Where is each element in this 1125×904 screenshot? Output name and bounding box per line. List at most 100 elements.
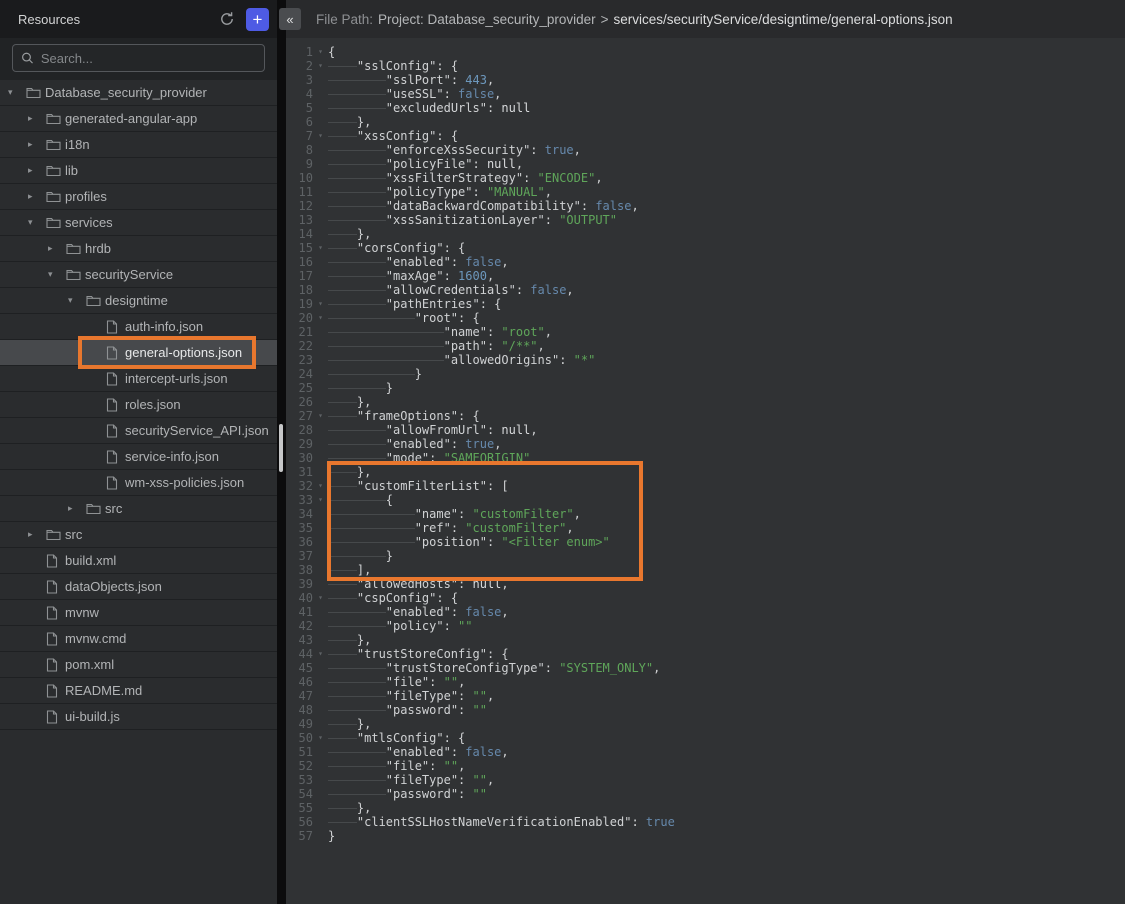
fold-spacer [313,255,328,269]
code-text: "fileType": "", [328,773,1125,787]
sidebar-scrollbar[interactable] [279,424,283,472]
refresh-button[interactable] [216,8,238,30]
chevron-right-icon[interactable]: ▸ [48,243,66,254]
fold-arrow-icon[interactable]: ▾ [313,493,328,507]
tree-item-database-security-provider[interactable]: ▾Database_security_provider [0,80,277,106]
fold-arrow-icon[interactable]: ▾ [313,479,328,493]
line-number: 50 [286,731,313,745]
file-icon [106,424,125,438]
fold-spacer [313,227,328,241]
code-line: 15▾"corsConfig": { [286,241,1125,255]
chevron-right-icon[interactable]: ▸ [68,503,86,514]
folder-icon [66,242,85,255]
tree-item-ui-build-js[interactable]: ui-build.js [0,704,277,730]
code-line: 12"dataBackwardCompatibility": false, [286,199,1125,213]
line-number: 16 [286,255,313,269]
fold-spacer [313,87,328,101]
tree-item-intercept-urls-json[interactable]: intercept-urls.json [0,366,277,392]
line-number: 24 [286,367,313,381]
fold-arrow-icon[interactable]: ▾ [313,311,328,325]
fold-arrow-icon[interactable]: ▾ [313,45,328,59]
tree-item-general-options-json[interactable]: general-options.json [0,340,277,366]
breadcrumb-separator: > [601,12,609,27]
code-text: "policy": "" [328,619,1125,633]
chevron-down-icon[interactable]: ▾ [8,87,26,98]
code-text: } [328,367,1125,381]
fold-arrow-icon[interactable]: ▾ [313,59,328,73]
tree-item-securityservice[interactable]: ▾securityService [0,262,277,288]
fold-spacer [313,535,328,549]
line-number: 17 [286,269,313,283]
tree-item-service-info-json[interactable]: service-info.json [0,444,277,470]
code-text: { [328,493,1125,507]
code-line: 10"xssFilterStrategy": "ENCODE", [286,171,1125,185]
code-line: 13"xssSanitizationLayer": "OUTPUT" [286,213,1125,227]
code-text: "xssSanitizationLayer": "OUTPUT" [328,213,1125,227]
tree-item-readme-md[interactable]: README.md [0,678,277,704]
tree-item-pom-xml[interactable]: pom.xml [0,652,277,678]
chevron-down-icon[interactable]: ▾ [68,295,86,306]
tree-item-roles-json[interactable]: roles.json [0,392,277,418]
tree-item-generated-angular-app[interactable]: ▸generated-angular-app [0,106,277,132]
tree-item-services[interactable]: ▾services [0,210,277,236]
fold-arrow-icon[interactable]: ▾ [313,297,328,311]
tree-item-label: ui-build.js [65,709,120,724]
fold-arrow-icon[interactable]: ▾ [313,647,328,661]
tree-item-mvnw-cmd[interactable]: mvnw.cmd [0,626,277,652]
line-number: 56 [286,815,313,829]
search-input[interactable] [41,51,256,66]
code-editor[interactable]: 1▾{2▾"sslConfig": {3"sslPort": 443,4"use… [286,38,1125,904]
folder-icon [46,112,65,125]
tree-item-label: auth-info.json [125,319,203,334]
chevron-right-icon[interactable]: ▸ [28,191,46,202]
search-box[interactable] [12,44,265,72]
fold-spacer [313,367,328,381]
tree-item-label: service-info.json [125,449,219,464]
tree-item-lib[interactable]: ▸lib [0,158,277,184]
file-icon [46,580,65,594]
line-number: 45 [286,661,313,675]
fold-arrow-icon[interactable]: ▾ [313,591,328,605]
code-line: 56"clientSSLHostNameVerificationEnabled"… [286,815,1125,829]
tree-item-wm-xss-policies-json[interactable]: wm-xss-policies.json [0,470,277,496]
chevron-down-icon[interactable]: ▾ [48,269,66,280]
fold-arrow-icon[interactable]: ▾ [313,409,328,423]
tree-item-hrdb[interactable]: ▸hrdb [0,236,277,262]
code-text: "file": "", [328,675,1125,689]
line-number: 27 [286,409,313,423]
fold-arrow-icon[interactable]: ▾ [313,731,328,745]
fold-spacer [313,269,328,283]
tree-item-auth-info-json[interactable]: auth-info.json [0,314,277,340]
tree-item-i18n[interactable]: ▸i18n [0,132,277,158]
resources-panel-title: Resources [18,12,216,27]
line-number: 51 [286,745,313,759]
chevron-right-icon[interactable]: ▸ [28,165,46,176]
tree-item-profiles[interactable]: ▸profiles [0,184,277,210]
line-number: 44 [286,647,313,661]
fold-spacer [313,395,328,409]
fold-arrow-icon[interactable]: ▾ [313,129,328,143]
chevron-right-icon[interactable]: ▸ [28,139,46,150]
tree-item-src[interactable]: ▸src [0,496,277,522]
code-text: "enabled": false, [328,745,1125,759]
code-line: 28"allowFromUrl": null, [286,423,1125,437]
add-resource-button[interactable]: + [246,8,269,31]
chevron-right-icon[interactable]: ▸ [28,113,46,124]
code-text: } [328,829,1125,843]
file-icon [46,658,65,672]
tree-item-designtime[interactable]: ▾designtime [0,288,277,314]
tree-item-build-xml[interactable]: build.xml [0,548,277,574]
code-line: 3"sslPort": 443, [286,73,1125,87]
code-text: "mode": "SAMEORIGIN" [328,451,1125,465]
tree-item-dataobjects-json[interactable]: dataObjects.json [0,574,277,600]
code-line: 36"position": "<Filter enum>" [286,535,1125,549]
collapse-panel-button[interactable]: « [279,8,301,30]
chevron-right-icon[interactable]: ▸ [28,529,46,540]
tree-item-mvnw[interactable]: mvnw [0,600,277,626]
chevron-down-icon[interactable]: ▾ [28,217,46,228]
tree-item-src[interactable]: ▸src [0,522,277,548]
fold-arrow-icon[interactable]: ▾ [313,241,328,255]
tree-item-securityservice-api-json[interactable]: securityService_API.json [0,418,277,444]
line-number: 42 [286,619,313,633]
code-text: "cspConfig": { [328,591,1125,605]
